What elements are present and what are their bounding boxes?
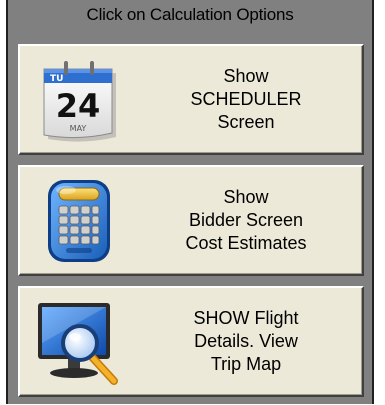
show-flight-details-button[interactable]: SHOW Flight Details. View Trip Map <box>18 286 364 397</box>
label-line: SCHEDULER <box>190 89 302 109</box>
calendar-month: MAY <box>70 124 87 133</box>
label-line: Details. View <box>194 331 298 351</box>
calculator-icon <box>34 176 124 266</box>
label-line: Trip Map <box>210 354 282 374</box>
bidder-button-label: Show Bidder Screen Cost Estimates <box>138 167 354 274</box>
panel-title: Click on Calculation Options <box>86 5 294 24</box>
label-line: Show <box>223 187 269 207</box>
label-line: Show <box>223 66 269 86</box>
show-scheduler-button[interactable]: TU 24 MAY Show SCHEDULER Screen <box>18 44 364 155</box>
label-line: SHOW Flight <box>193 308 299 328</box>
monitor-magnifier-icon <box>34 297 124 387</box>
calendar-icon: TU 24 MAY <box>34 55 124 145</box>
calculation-options-panel: Click on Calculation Options TU 24 MAY S… <box>6 0 374 404</box>
label-line: Cost Estimates <box>185 233 307 253</box>
calendar-weekday: TU <box>50 74 63 84</box>
show-bidder-screen-button[interactable]: Show Bidder Screen Cost Estimates <box>18 165 364 276</box>
scheduler-button-label: Show SCHEDULER Screen <box>138 46 354 153</box>
label-line: Bidder Screen <box>188 210 304 230</box>
calendar-day: 24 <box>56 87 101 125</box>
label-line: Screen <box>217 112 275 132</box>
flight-details-button-label: SHOW Flight Details. View Trip Map <box>138 288 354 395</box>
